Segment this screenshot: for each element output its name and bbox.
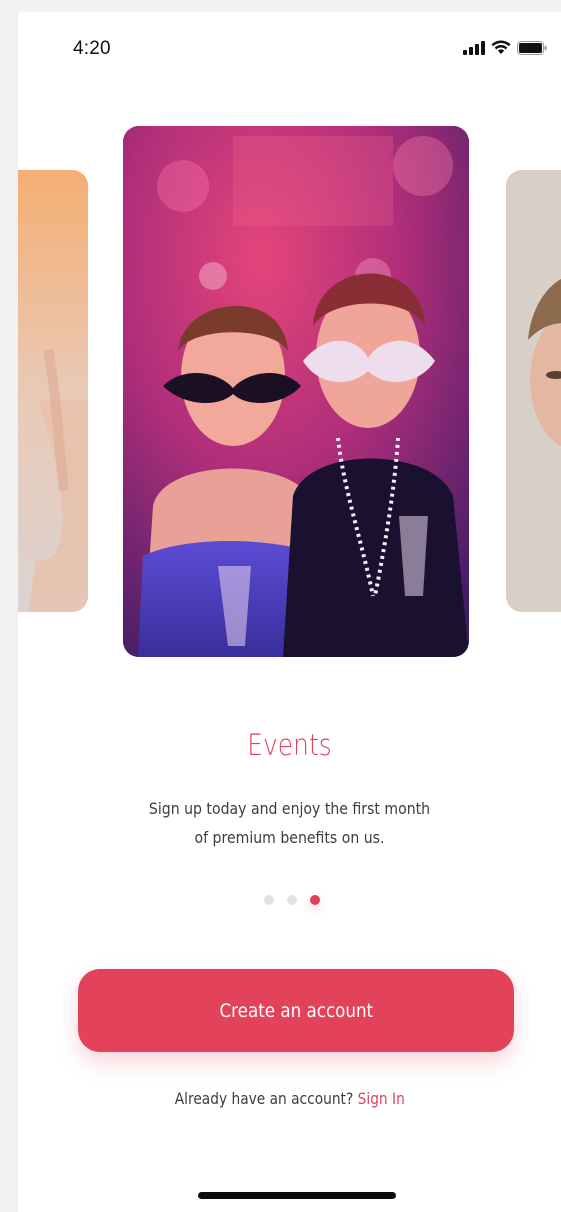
subtitle-line-1: Sign up today and enjoy the first month [148,799,431,818]
status-icons [463,40,547,55]
carousel-card-active[interactable] [123,126,469,657]
create-account-button[interactable]: Create an account [78,969,514,1052]
subtitle-line-2: of premium benefits on us. [194,828,385,847]
carousel-page-indicator [264,895,320,905]
next-event-photo [506,170,561,612]
cellular-signal-icon [463,40,485,55]
sign-in-prompt: Already have an account? Sign In [18,1089,561,1108]
page-dot-2[interactable] [287,895,297,905]
carousel-card-next[interactable] [506,170,561,612]
previous-event-photo [18,170,88,612]
create-account-label: Create an account [219,999,373,1022]
battery-icon [517,40,547,55]
phone-screen: 4:20 Events Sign up today and enjoy the … [18,12,561,1212]
already-have-account-text: Already have an account? [174,1089,353,1108]
masquerade-party-photo [123,126,469,657]
status-bar: 4:20 [18,12,561,82]
page-dot-3-active[interactable] [310,895,320,905]
carousel-card-previous[interactable] [18,170,88,612]
onboarding-title: Events [247,728,332,762]
status-time: 4:20 [73,38,111,59]
page-dot-1[interactable] [264,895,274,905]
onboarding-subtitle: Sign up today and enjoy the first month … [139,794,441,852]
home-indicator[interactable] [198,1192,396,1199]
sign-in-link[interactable]: Sign In [357,1089,404,1108]
wifi-icon [491,40,511,54]
